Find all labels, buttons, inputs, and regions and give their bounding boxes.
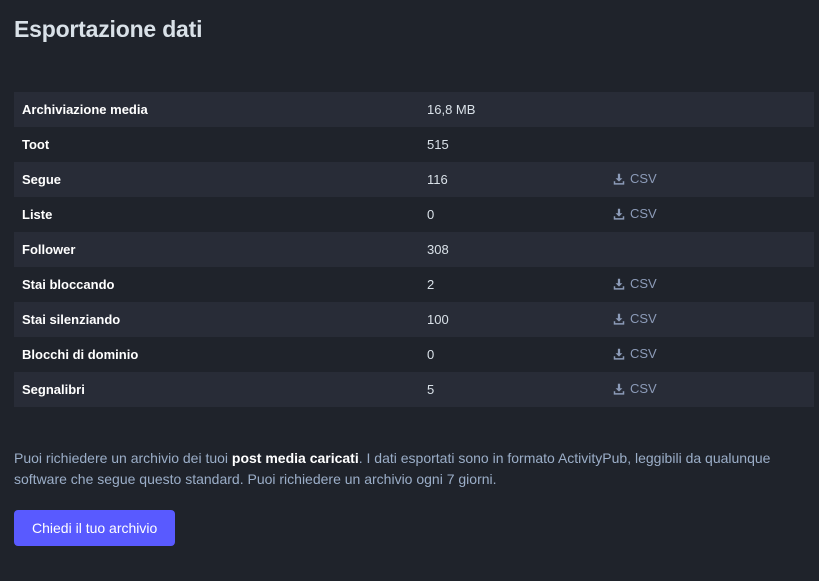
csv-download-link[interactable]: CSV [613, 206, 657, 221]
table-row: Stai silenziando 100 CSV [14, 302, 814, 337]
row-action: CSV [605, 337, 814, 372]
download-icon [613, 278, 625, 290]
csv-download-link[interactable]: CSV [613, 346, 657, 361]
row-action [605, 92, 814, 127]
row-label: Liste [22, 207, 53, 222]
table-row: Archiviazione media 16,8 MB [14, 92, 814, 127]
row-value: 5 [427, 382, 435, 397]
hint-emphasis: post media caricati [231, 450, 359, 466]
row-label: Toot [22, 137, 50, 152]
export-table: Archiviazione media 16,8 MB Toot 515 Segue 11… [14, 92, 814, 407]
row-action: CSV [605, 302, 814, 337]
export-page: Esportazione dati Archiviazione media 16,… [0, 0, 819, 581]
download-icon [613, 173, 625, 185]
table-row: Liste 0 CSV [14, 197, 814, 232]
download-icon [613, 348, 625, 360]
row-value: 0 [427, 347, 435, 362]
row-action: CSV [605, 372, 814, 407]
download-icon [613, 208, 625, 220]
csv-download-link[interactable]: CSV [613, 171, 657, 186]
row-action: CSV [605, 267, 814, 302]
csv-label: CSV [630, 171, 657, 187]
archive-hint: Puoi richiedere un archivio dei tuoi pos… [14, 448, 804, 490]
csv-download-link[interactable]: CSV [613, 276, 657, 291]
row-action [605, 127, 814, 162]
row-value: 116 [427, 172, 448, 187]
row-label: Stai silenziando [22, 312, 121, 327]
row-value: 308 [427, 242, 449, 257]
csv-label: CSV [630, 346, 657, 362]
csv-download-link[interactable]: CSV [613, 381, 657, 396]
csv-label: CSV [630, 276, 657, 292]
table-row: Segnalibri 5 CSV [14, 372, 814, 407]
page-title: Esportazione dati [14, 16, 203, 42]
row-label: Follower [22, 242, 76, 257]
row-value: 515 [427, 137, 449, 152]
table-row: Blocchi di dominio 0 CSV [14, 337, 814, 372]
csv-label: CSV [630, 311, 657, 327]
row-value: 100 [427, 312, 449, 327]
row-label: Stai bloccando [22, 277, 115, 292]
row-action: CSV [605, 162, 814, 197]
row-label: Blocchi di dominio [22, 347, 139, 362]
csv-download-link[interactable]: CSV [613, 311, 657, 326]
row-action: CSV [605, 197, 814, 232]
row-label: Segnalibri [22, 382, 85, 397]
csv-label: CSV [630, 381, 657, 397]
download-icon [613, 383, 625, 395]
row-label: Segue [22, 172, 62, 187]
hint-text-before: Puoi richiedere un archivio dei tuoi [14, 450, 232, 466]
table-row: Follower 308 [14, 232, 814, 267]
table-row: Stai bloccando 2 CSV [14, 267, 814, 302]
request-archive-button[interactable]: Chiedi il tuo archivio [14, 510, 176, 546]
row-value: 0 [427, 207, 435, 222]
row-value: 16,8 MB [427, 102, 476, 117]
table-row: Toot 515 [14, 127, 814, 162]
row-action [605, 232, 814, 267]
download-icon [613, 313, 625, 325]
row-label: Archiviazione media [22, 102, 148, 117]
csv-label: CSV [630, 206, 657, 222]
table-row: Segue 116 CSV [14, 162, 814, 197]
row-value: 2 [427, 277, 435, 292]
